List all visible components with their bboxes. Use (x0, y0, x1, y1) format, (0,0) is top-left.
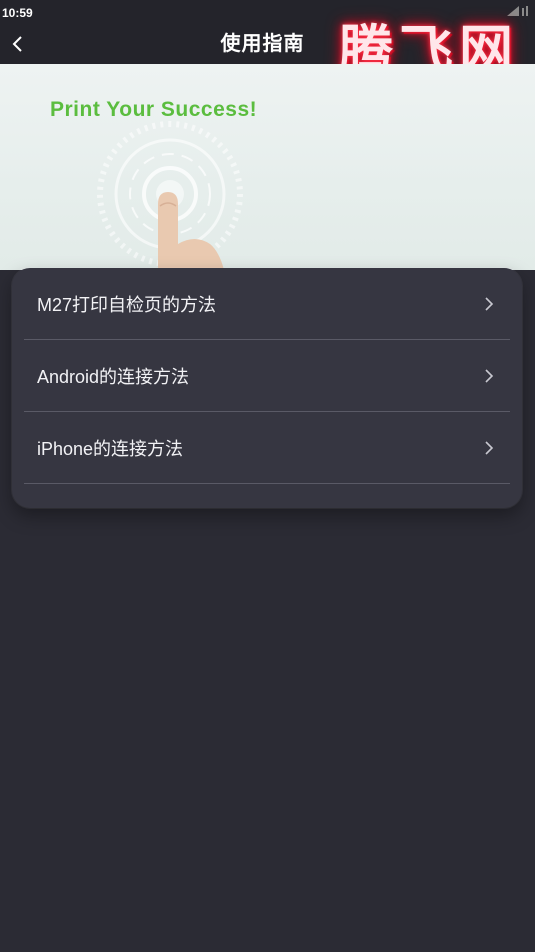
menu-item-label: Android的连接方法 (37, 366, 190, 387)
menu-item-iphone-connect[interactable]: iPhone的连接方法 (24, 412, 510, 484)
app-screen: 10:59 使用指南 腾飞网 Print Your Success! M27打印… (0, 0, 535, 952)
top-bar: 10:59 使用指南 腾飞网 (0, 0, 535, 82)
menu-item-android-connect[interactable]: Android的连接方法 (24, 340, 510, 412)
menu-item-label: M27打印自检页的方法 (37, 294, 217, 315)
status-time: 10:59 (2, 6, 33, 20)
banner-image: Print Your Success! (0, 64, 535, 270)
chevron-right-icon (482, 364, 496, 388)
chevron-right-icon (482, 292, 496, 316)
banner-slogan: Print Your Success! (50, 98, 258, 121)
menu-item-label: iPhone的连接方法 (37, 438, 184, 459)
guide-menu-card: M27打印自检页的方法 Android的连接方法 iPhone的连接方法 (12, 268, 522, 508)
chevron-right-icon (482, 436, 496, 460)
menu-item-self-test-page[interactable]: M27打印自检页的方法 (24, 268, 510, 340)
